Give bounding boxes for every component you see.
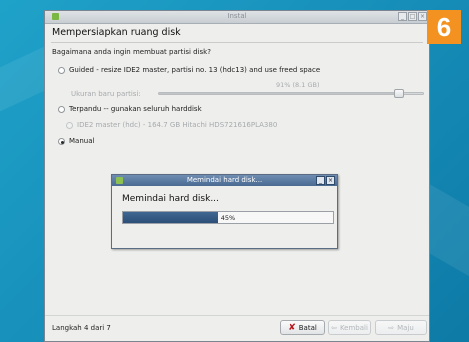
back-arrow-icon: ⇦ [331,323,337,332]
forward-arrow-icon: ⇨ [388,323,395,332]
window-titlebar[interactable]: Instal _ □ × [45,11,429,24]
dialog-title: Memindai hard disk... [186,176,263,184]
partition-size-slider[interactable] [158,89,424,98]
option-guided-full-disk-label[interactable]: Terpandu -- gunakan seluruh harddisk [69,105,202,113]
back-button-label: Kembali [339,323,368,332]
step-number-badge: 6 [427,10,461,44]
maximize-icon[interactable]: □ [408,12,417,21]
radio-guided-resize[interactable] [58,67,65,74]
scanning-dialog: Memindai hard disk... _ × Memindai hard … [111,174,338,249]
progress-percent: 45% [220,214,236,222]
dialog-message: Memindai hard disk... [122,194,219,204]
slider-fill [159,93,400,94]
forward-button-label: Maju [397,323,414,332]
option-manual-label[interactable]: Manual [69,137,94,145]
cancel-icon: ✘ [288,322,296,333]
window-controls: _ □ × [398,12,427,21]
partition-question: Bagaimana anda ingin membuat partisi dis… [52,48,211,56]
dialog-close-icon[interactable]: × [326,176,335,185]
radio-guided-full-disk[interactable] [58,106,65,113]
dialog-controls: _ × [316,176,335,185]
radio-disk-choice [66,122,73,129]
new-partition-size-label: Ukuran baru partisi: [71,90,141,98]
disk-choice-label: IDE2 master (hdc) - 164.7 GB Hitachi HDS… [77,121,278,129]
installer-window: Instal _ □ × Mempersiapkan ruang disk Ba… [44,10,430,342]
option-guided-resize-label[interactable]: Guided - resize IDE2 master, partisi no.… [69,66,320,74]
window-title: Instal [227,12,247,20]
forward-button[interactable]: ⇨ Maju [375,320,427,335]
minimize-icon[interactable]: _ [398,12,407,21]
page-title: Mempersiapkan ruang disk [52,27,181,38]
step-indicator: Langkah 4 dari 7 [52,324,111,332]
radio-manual[interactable] [58,138,65,145]
resize-value-label: 91% (8.1 GB) [276,81,320,89]
back-button[interactable]: ⇦ Kembali [328,320,371,335]
close-icon[interactable]: × [418,12,427,21]
dialog-titlebar[interactable]: Memindai hard disk... _ × [112,175,337,186]
cancel-button-label: Batal [298,323,317,332]
divider [51,42,423,43]
slider-handle[interactable] [394,89,405,98]
dialog-minimize-icon[interactable]: _ [316,176,325,185]
cancel-button[interactable]: ✘ Batal [280,320,325,335]
footer-divider [45,315,429,316]
scan-progress-bar: 45% [122,211,334,224]
